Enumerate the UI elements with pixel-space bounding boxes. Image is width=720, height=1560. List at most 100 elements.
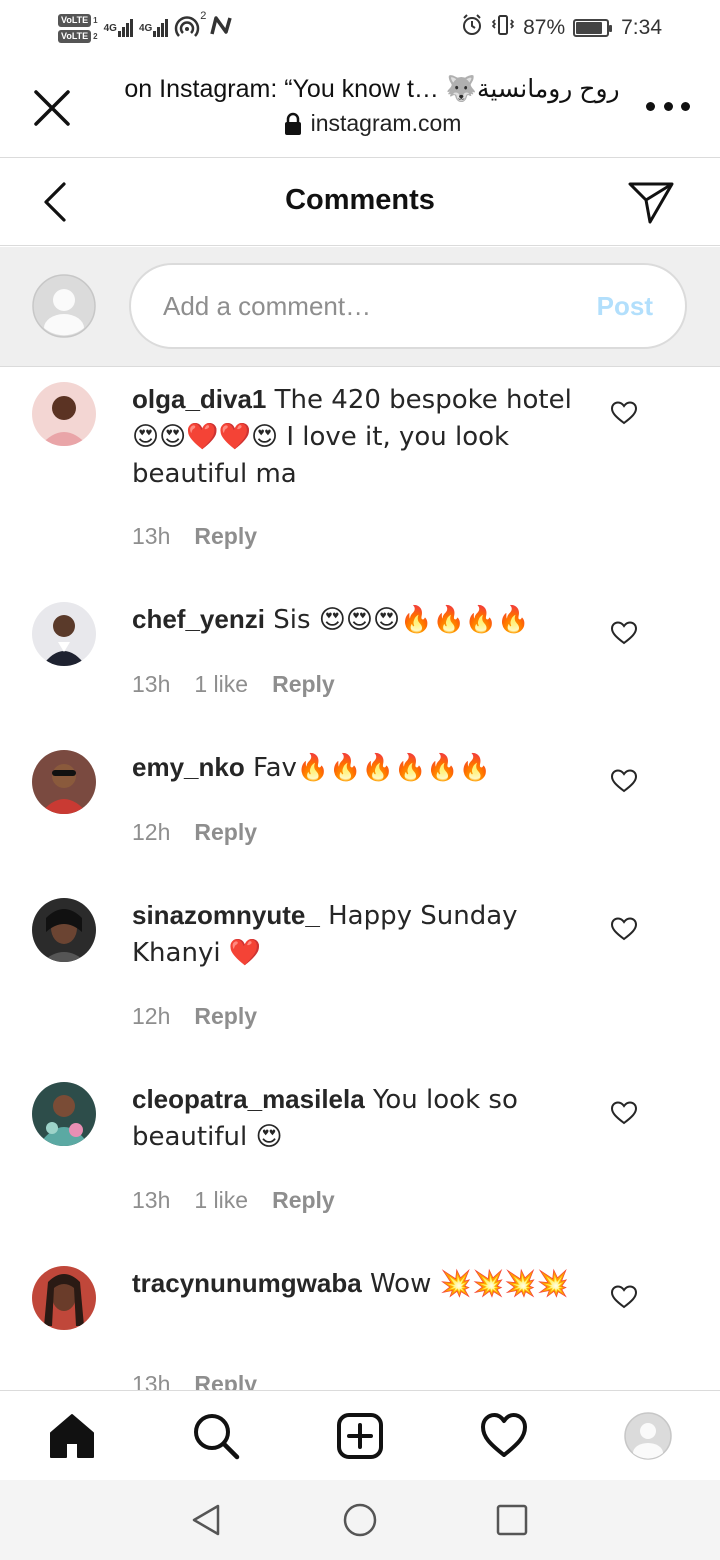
reply-button[interactable]: Reply xyxy=(272,671,335,698)
square-recents-icon xyxy=(496,1504,528,1536)
reply-button[interactable]: Reply xyxy=(194,523,257,550)
battery-level xyxy=(576,22,602,34)
system-navigation-bar xyxy=(0,1480,720,1560)
battery-icon xyxy=(573,19,613,37)
status-left: VoLTE 1 VoLTE 2 4G 4G 2 xyxy=(58,8,232,48)
close-button[interactable] xyxy=(30,86,74,130)
more-options-icon xyxy=(646,101,655,111)
like-comment-button[interactable] xyxy=(610,1284,638,1310)
reply-button[interactable]: Reply xyxy=(194,1003,257,1030)
comment-meta: 13h 1 like Reply xyxy=(132,671,335,698)
new-post-icon xyxy=(337,1413,383,1459)
clock: 7:34 xyxy=(621,16,662,39)
volte-badge-1: VoLTE xyxy=(58,13,92,27)
comment-composer: Post xyxy=(0,247,720,367)
share-direct-button[interactable] xyxy=(626,178,676,226)
comment-meta: 12h Reply xyxy=(132,819,257,846)
custom-tab-toolbar: on Instagram: “You know t… 🐺روح رومانسية… xyxy=(0,56,720,158)
comment-username[interactable]: cleopatra_masilela xyxy=(132,1084,365,1114)
comment-item: tracynunumgwaba Wow 💥💥💥💥 13h Reply xyxy=(0,1252,720,1390)
page-title-comments: Comments xyxy=(285,184,435,216)
comment-text-block: tracynunumgwaba Wow 💥💥💥💥 xyxy=(132,1265,582,1302)
lock-icon xyxy=(284,112,301,135)
profile-avatar-icon xyxy=(624,1412,672,1460)
like-comment-button[interactable] xyxy=(610,1100,638,1126)
comment-like-count[interactable]: 1 like xyxy=(194,1187,248,1214)
commenter-avatar[interactable] xyxy=(32,898,96,962)
like-comment-button[interactable] xyxy=(610,620,638,646)
commenter-avatar[interactable] xyxy=(32,382,96,446)
avatar-photo xyxy=(32,1082,96,1146)
system-back-button[interactable] xyxy=(188,1502,224,1538)
like-comment-button[interactable] xyxy=(610,916,638,942)
comment-time: 13h xyxy=(132,1187,171,1213)
comment-text-block: cleopatra_masilela You look so beautiful… xyxy=(132,1081,582,1155)
circle-home-icon xyxy=(343,1503,377,1537)
like-comment-button[interactable] xyxy=(610,400,638,426)
comment-input[interactable] xyxy=(163,285,563,327)
triangle-back-icon xyxy=(192,1504,220,1536)
sim-2-label: 2 xyxy=(93,31,98,41)
heart-icon xyxy=(610,1101,638,1125)
comment-username[interactable]: emy_nko xyxy=(132,752,245,782)
comment-username[interactable]: tracynunumgwaba xyxy=(132,1268,362,1298)
comment-text: Fav🔥🔥🔥🔥🔥🔥 xyxy=(244,753,492,783)
reply-button[interactable]: Reply xyxy=(272,1187,335,1214)
comment-meta: 13h Reply xyxy=(132,1371,257,1390)
reply-button[interactable]: Reply xyxy=(194,819,257,846)
vibrate-icon xyxy=(491,14,515,42)
activity-heart-icon xyxy=(481,1413,527,1457)
heart-icon xyxy=(610,769,638,793)
avatar-photo xyxy=(32,382,96,446)
avatar-photo xyxy=(32,898,96,962)
status-bar: VoLTE 1 VoLTE 2 4G 4G 2 87% 7:34 xyxy=(0,0,720,56)
commenter-avatar[interactable] xyxy=(32,1082,96,1146)
battery-percent: 87% xyxy=(523,16,566,39)
system-recents-button[interactable] xyxy=(494,1502,530,1538)
close-icon xyxy=(34,90,70,126)
comment-like-count[interactable]: 1 like xyxy=(194,671,248,698)
system-home-button[interactable] xyxy=(342,1502,378,1538)
comment-time: 13h xyxy=(132,671,171,697)
nav-profile-button[interactable] xyxy=(623,1411,673,1461)
comment-time: 13h xyxy=(132,1371,171,1390)
comment-item: olga_diva1 The 420 bespoke hotel 😍😍❤️❤️😍… xyxy=(0,368,720,588)
nav-activity-button[interactable] xyxy=(479,1411,529,1461)
page-domain-row: instagram.com xyxy=(283,110,462,137)
comment-username[interactable]: olga_diva1 xyxy=(132,384,266,414)
reply-button[interactable]: Reply xyxy=(194,1371,257,1390)
comment-list[interactable]: olga_diva1 The 420 bespoke hotel 😍😍❤️❤️😍… xyxy=(0,368,720,1390)
heart-icon xyxy=(610,917,638,941)
network-type-1: 4G xyxy=(103,23,117,34)
commenter-avatar[interactable] xyxy=(32,1266,96,1330)
commenter-avatar[interactable] xyxy=(32,602,96,666)
nav-search-button[interactable] xyxy=(191,1411,241,1461)
volte-indicators: VoLTE 1 VoLTE 2 xyxy=(58,13,98,43)
commenter-avatar[interactable] xyxy=(32,750,96,814)
comments-header: Comments xyxy=(0,158,720,246)
comment-meta: 12h Reply xyxy=(132,1003,257,1030)
comment-item: sinazomnyute_ Happy Sunday Khanyi ❤️ 12h… xyxy=(0,884,720,1068)
alarm-icon xyxy=(461,14,483,42)
nav-home-button[interactable] xyxy=(47,1411,97,1461)
current-user-avatar xyxy=(32,274,96,338)
hotspot-count: 2 xyxy=(200,10,207,22)
nav-new-post-button[interactable] xyxy=(335,1411,385,1461)
comment-username[interactable]: chef_yenzi xyxy=(132,604,265,634)
sim-1-label: 1 xyxy=(93,15,98,25)
comment-username[interactable]: sinazomnyute_ xyxy=(132,900,320,930)
nfc-icon xyxy=(210,15,232,41)
post-button[interactable]: Post xyxy=(597,291,653,322)
more-options-button[interactable] xyxy=(646,96,690,116)
comment-meta: 13h 1 like Reply xyxy=(132,1187,335,1214)
comment-meta: 13h Reply xyxy=(132,523,257,550)
avatar-photo xyxy=(32,750,96,814)
like-comment-button[interactable] xyxy=(610,768,638,794)
page-title-block: on Instagram: “You know t… 🐺روح رومانسية… xyxy=(112,74,632,141)
page-domain: instagram.com xyxy=(310,110,462,136)
comment-item: cleopatra_masilela You look so beautiful… xyxy=(0,1068,720,1252)
comment-text: Sis 😍😍😍🔥🔥🔥🔥 xyxy=(264,605,530,635)
status-right: 87% 7:34 xyxy=(461,12,662,44)
search-icon xyxy=(194,1414,240,1460)
heart-icon xyxy=(610,1285,638,1309)
